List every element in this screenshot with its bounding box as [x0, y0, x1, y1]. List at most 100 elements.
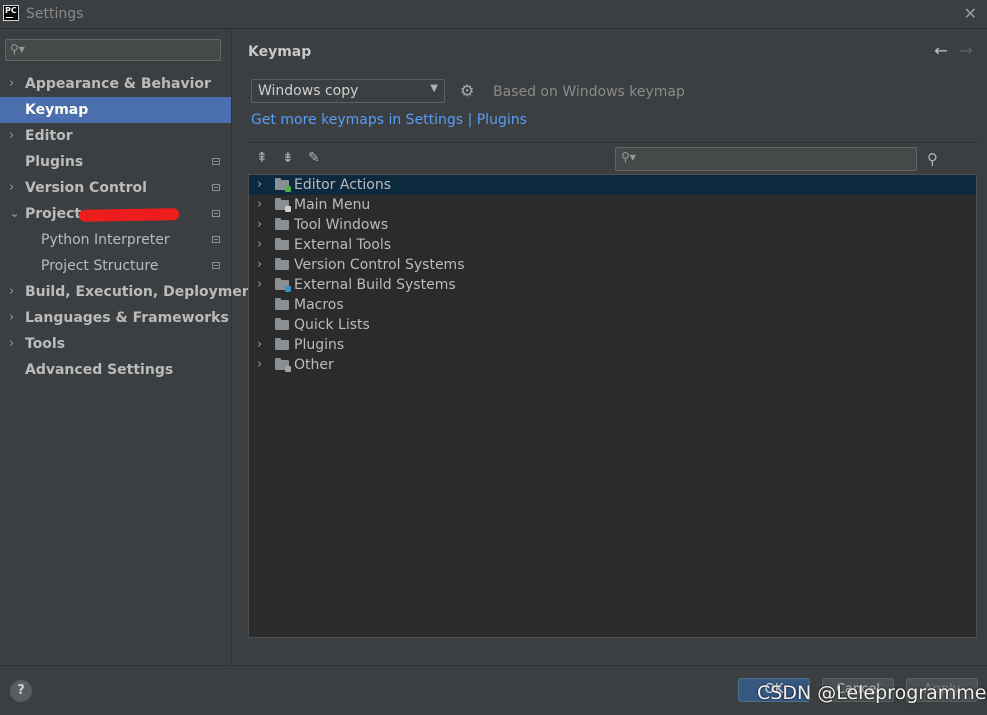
- sidebar-item-label: Editor: [25, 128, 73, 144]
- chevron-right-icon[interactable]: ›: [257, 215, 262, 235]
- sidebar-item-11[interactable]: Advanced Settings: [0, 357, 231, 383]
- chevron-right-icon[interactable]: ›: [257, 195, 262, 215]
- project-level-icon: [212, 236, 220, 243]
- redaction-mark: [78, 208, 180, 222]
- folder-icon: [275, 318, 289, 330]
- folder-icon: [275, 238, 289, 250]
- forward-arrow-icon[interactable]: →: [960, 41, 973, 60]
- folder-icon: [275, 298, 289, 310]
- sidebar-item-3[interactable]: Plugins: [0, 149, 231, 175]
- folder-icon: [275, 198, 291, 212]
- chevron-right-icon[interactable]: ›: [9, 123, 14, 149]
- tree-node[interactable]: › Tool Windows: [249, 215, 976, 235]
- dialog-footer: ? OK Cancel Apply CSDN @Leleprogrammer: [0, 665, 987, 715]
- sidebar-item-9[interactable]: › Languages & Frameworks: [0, 305, 231, 331]
- tree-node-label: External Tools: [294, 237, 392, 253]
- folder-icon: [275, 278, 291, 292]
- sidebar-item-label: Plugins: [25, 154, 84, 170]
- tree-node[interactable]: › Editor Actions: [249, 175, 976, 195]
- chevron-right-icon[interactable]: ›: [9, 71, 14, 97]
- chevron-right-icon[interactable]: ›: [257, 355, 262, 375]
- keymap-panel: Keymap ← → Windows copy ▼ ⚙ Based on Wind…: [232, 29, 987, 665]
- sidebar-item-10[interactable]: › Tools: [0, 331, 231, 357]
- expand-all-icon[interactable]: ⇞: [256, 150, 268, 166]
- keymap-dropdown-value: Windows copy: [258, 83, 359, 99]
- sidebar-item-5[interactable]: ⌄ Project:: [0, 201, 231, 227]
- chevron-right-icon[interactable]: ›: [9, 331, 14, 357]
- chevron-right-icon[interactable]: ›: [257, 235, 262, 255]
- pycharm-logo-icon: PC: [3, 5, 19, 21]
- tree-node-label: Editor Actions: [294, 177, 392, 193]
- tree-node-label: Tool Windows: [294, 217, 389, 233]
- keymap-action-tree: › Editor Actions › Main Menu › Tool Windows › E…: [248, 174, 977, 638]
- sidebar-item-label: Keymap: [25, 102, 89, 118]
- title-bar: PC Settings ✕: [0, 0, 987, 29]
- sidebar-item-7[interactable]: Project Structure: [0, 253, 231, 279]
- keymap-dropdown[interactable]: Windows copy ▼: [251, 79, 445, 103]
- sidebar-item-6[interactable]: Python Interpreter: [0, 227, 231, 253]
- back-arrow-icon[interactable]: ←: [934, 41, 947, 60]
- tree-node[interactable]: › External Tools: [249, 235, 976, 255]
- collapse-all-icon[interactable]: ⇟: [282, 150, 294, 166]
- chevron-right-icon[interactable]: ›: [257, 335, 262, 355]
- chevron-right-icon[interactable]: ›: [257, 255, 262, 275]
- plugins-link[interactable]: Plugins: [477, 112, 527, 128]
- keymap-links: Get more keymaps in Settings | Plugins: [251, 112, 527, 128]
- project-level-icon: [212, 184, 220, 191]
- settings-search-input[interactable]: ⚲▾: [5, 39, 221, 61]
- tree-node[interactable]: Quick Lists: [249, 315, 976, 335]
- folder-icon: [275, 358, 291, 372]
- tree-node[interactable]: › Version Control Systems: [249, 255, 976, 275]
- chevron-right-icon[interactable]: ›: [257, 275, 262, 295]
- sidebar-item-0[interactable]: › Appearance & Behavior: [0, 71, 231, 97]
- history-navigation: ← →: [922, 41, 973, 60]
- chevron-right-icon[interactable]: ›: [9, 305, 14, 331]
- tree-node[interactable]: › External Build Systems: [249, 275, 976, 295]
- tree-node-label: Main Menu: [294, 197, 371, 213]
- tree-node-label: Other: [294, 357, 334, 373]
- sidebar-item-label: Languages & Frameworks: [25, 310, 229, 326]
- based-on-label: Based on Windows keymap: [493, 84, 685, 100]
- chevron-down-icon: ▼: [430, 83, 438, 94]
- tree-node-label: Macros: [294, 297, 344, 313]
- watermark: CSDN @Leleprogrammer: [757, 682, 987, 704]
- folder-icon: [275, 338, 289, 350]
- link-separator: |: [467, 112, 473, 128]
- tree-node-label: Plugins: [294, 337, 345, 353]
- tree-node[interactable]: › Plugins: [249, 335, 976, 355]
- sidebar-item-1[interactable]: Keymap: [0, 97, 231, 123]
- chevron-right-icon[interactable]: ›: [9, 279, 14, 305]
- sidebar-item-label: Advanced Settings: [25, 362, 174, 378]
- chevron-down-icon[interactable]: ⌄: [9, 201, 20, 227]
- sidebar-item-label: Project:: [25, 206, 87, 222]
- sidebar-item-label: Version Control: [25, 180, 147, 196]
- get-more-keymaps-link[interactable]: Get more keymaps in Settings: [251, 112, 463, 128]
- tree-node[interactable]: › Main Menu: [249, 195, 976, 215]
- sidebar-item-label: Project Structure: [41, 258, 159, 274]
- edit-pencil-icon[interactable]: ✎: [308, 150, 320, 166]
- project-level-icon: [212, 210, 220, 217]
- help-icon[interactable]: ?: [10, 680, 32, 702]
- search-icon: ⚲▾: [621, 150, 636, 164]
- tree-node-label: Quick Lists: [294, 317, 370, 333]
- search-icon: ⚲▾: [10, 42, 25, 56]
- sidebar-item-2[interactable]: › Editor: [0, 123, 231, 149]
- chevron-right-icon[interactable]: ›: [9, 175, 14, 201]
- settings-sidebar: ⚲▾ › Appearance & Behavior Keymap › Editor Pl…: [0, 29, 259, 665]
- folder-icon: [275, 178, 291, 192]
- tree-node[interactable]: Macros: [249, 295, 976, 315]
- sidebar-item-label: Python Interpreter: [41, 232, 170, 248]
- keymap-search-input[interactable]: ⚲▾: [615, 147, 917, 171]
- chevron-right-icon[interactable]: ›: [257, 175, 262, 195]
- project-level-icon: [212, 158, 220, 165]
- sidebar-item-4[interactable]: › Version Control: [0, 175, 231, 201]
- project-level-icon: [212, 262, 220, 269]
- window-title: Settings: [26, 6, 84, 22]
- gear-icon[interactable]: ⚙: [460, 81, 474, 100]
- sidebar-item-label: Build, Execution, Deployment: [25, 284, 259, 300]
- find-by-shortcut-icon[interactable]: ⚲: [927, 150, 938, 168]
- tree-node[interactable]: › Other: [249, 355, 976, 375]
- sidebar-item-8[interactable]: › Build, Execution, Deployment: [0, 279, 259, 305]
- tree-node-label: External Build Systems: [294, 277, 456, 293]
- close-icon[interactable]: ✕: [964, 4, 977, 23]
